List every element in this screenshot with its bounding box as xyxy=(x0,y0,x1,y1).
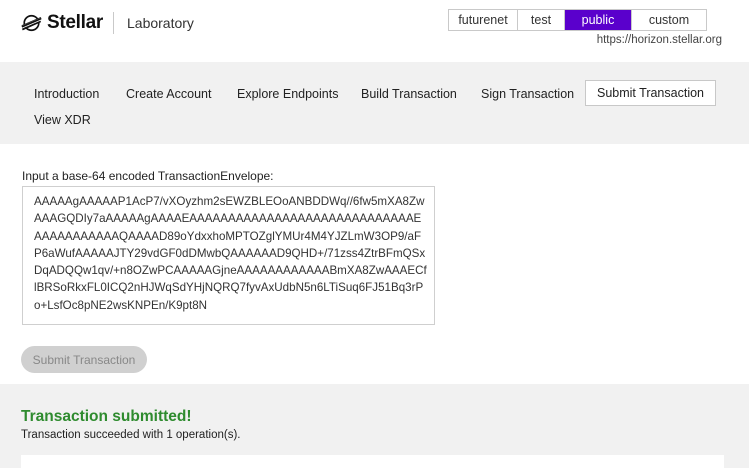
submit-transaction-button[interactable]: Submit Transaction xyxy=(21,346,147,373)
nav-view-xdr[interactable]: View XDR xyxy=(34,113,91,127)
nav-introduction[interactable]: Introduction xyxy=(34,87,99,101)
nav-explore-endpoints[interactable]: Explore Endpoints xyxy=(237,87,338,101)
result-message: Transaction succeeded with 1 operation(s… xyxy=(21,429,241,441)
network-test-button[interactable]: test xyxy=(518,10,565,30)
nav-create-account[interactable]: Create Account xyxy=(126,87,211,101)
nav-sign-transaction[interactable]: Sign Transaction xyxy=(481,87,574,101)
nav-build-transaction[interactable]: Build Transaction xyxy=(361,87,457,101)
brand-logo[interactable]: Stellar Laboratory xyxy=(21,10,194,36)
network-custom-button[interactable]: custom xyxy=(632,10,706,30)
horizon-url: https://horizon.stellar.org xyxy=(596,34,722,46)
xdr-input-label: Input a base-64 encoded TransactionEnvel… xyxy=(22,169,274,183)
transaction-envelope-input[interactable]: AAAAAgAAAAAP1AcP7/vXOyzhm2sEWZBLEOoANBDD… xyxy=(22,186,435,325)
result-panel: Transaction submitted! Transaction succe… xyxy=(0,384,749,475)
laboratory-label: Laboratory xyxy=(127,15,194,31)
nav-submit-transaction[interactable]: Submit Transaction xyxy=(585,80,716,106)
network-switcher: futurenet test public custom xyxy=(448,9,707,31)
main-nav: Introduction Create Account Explore Endp… xyxy=(0,62,749,144)
logo-divider xyxy=(113,12,114,34)
result-title: Transaction submitted! xyxy=(21,408,192,425)
stellar-logo-icon xyxy=(21,14,42,32)
network-public-button[interactable]: public xyxy=(565,10,632,30)
brand-name: Stellar xyxy=(47,12,103,33)
result-details-box xyxy=(21,455,724,475)
network-futurenet-button[interactable]: futurenet xyxy=(449,10,518,30)
